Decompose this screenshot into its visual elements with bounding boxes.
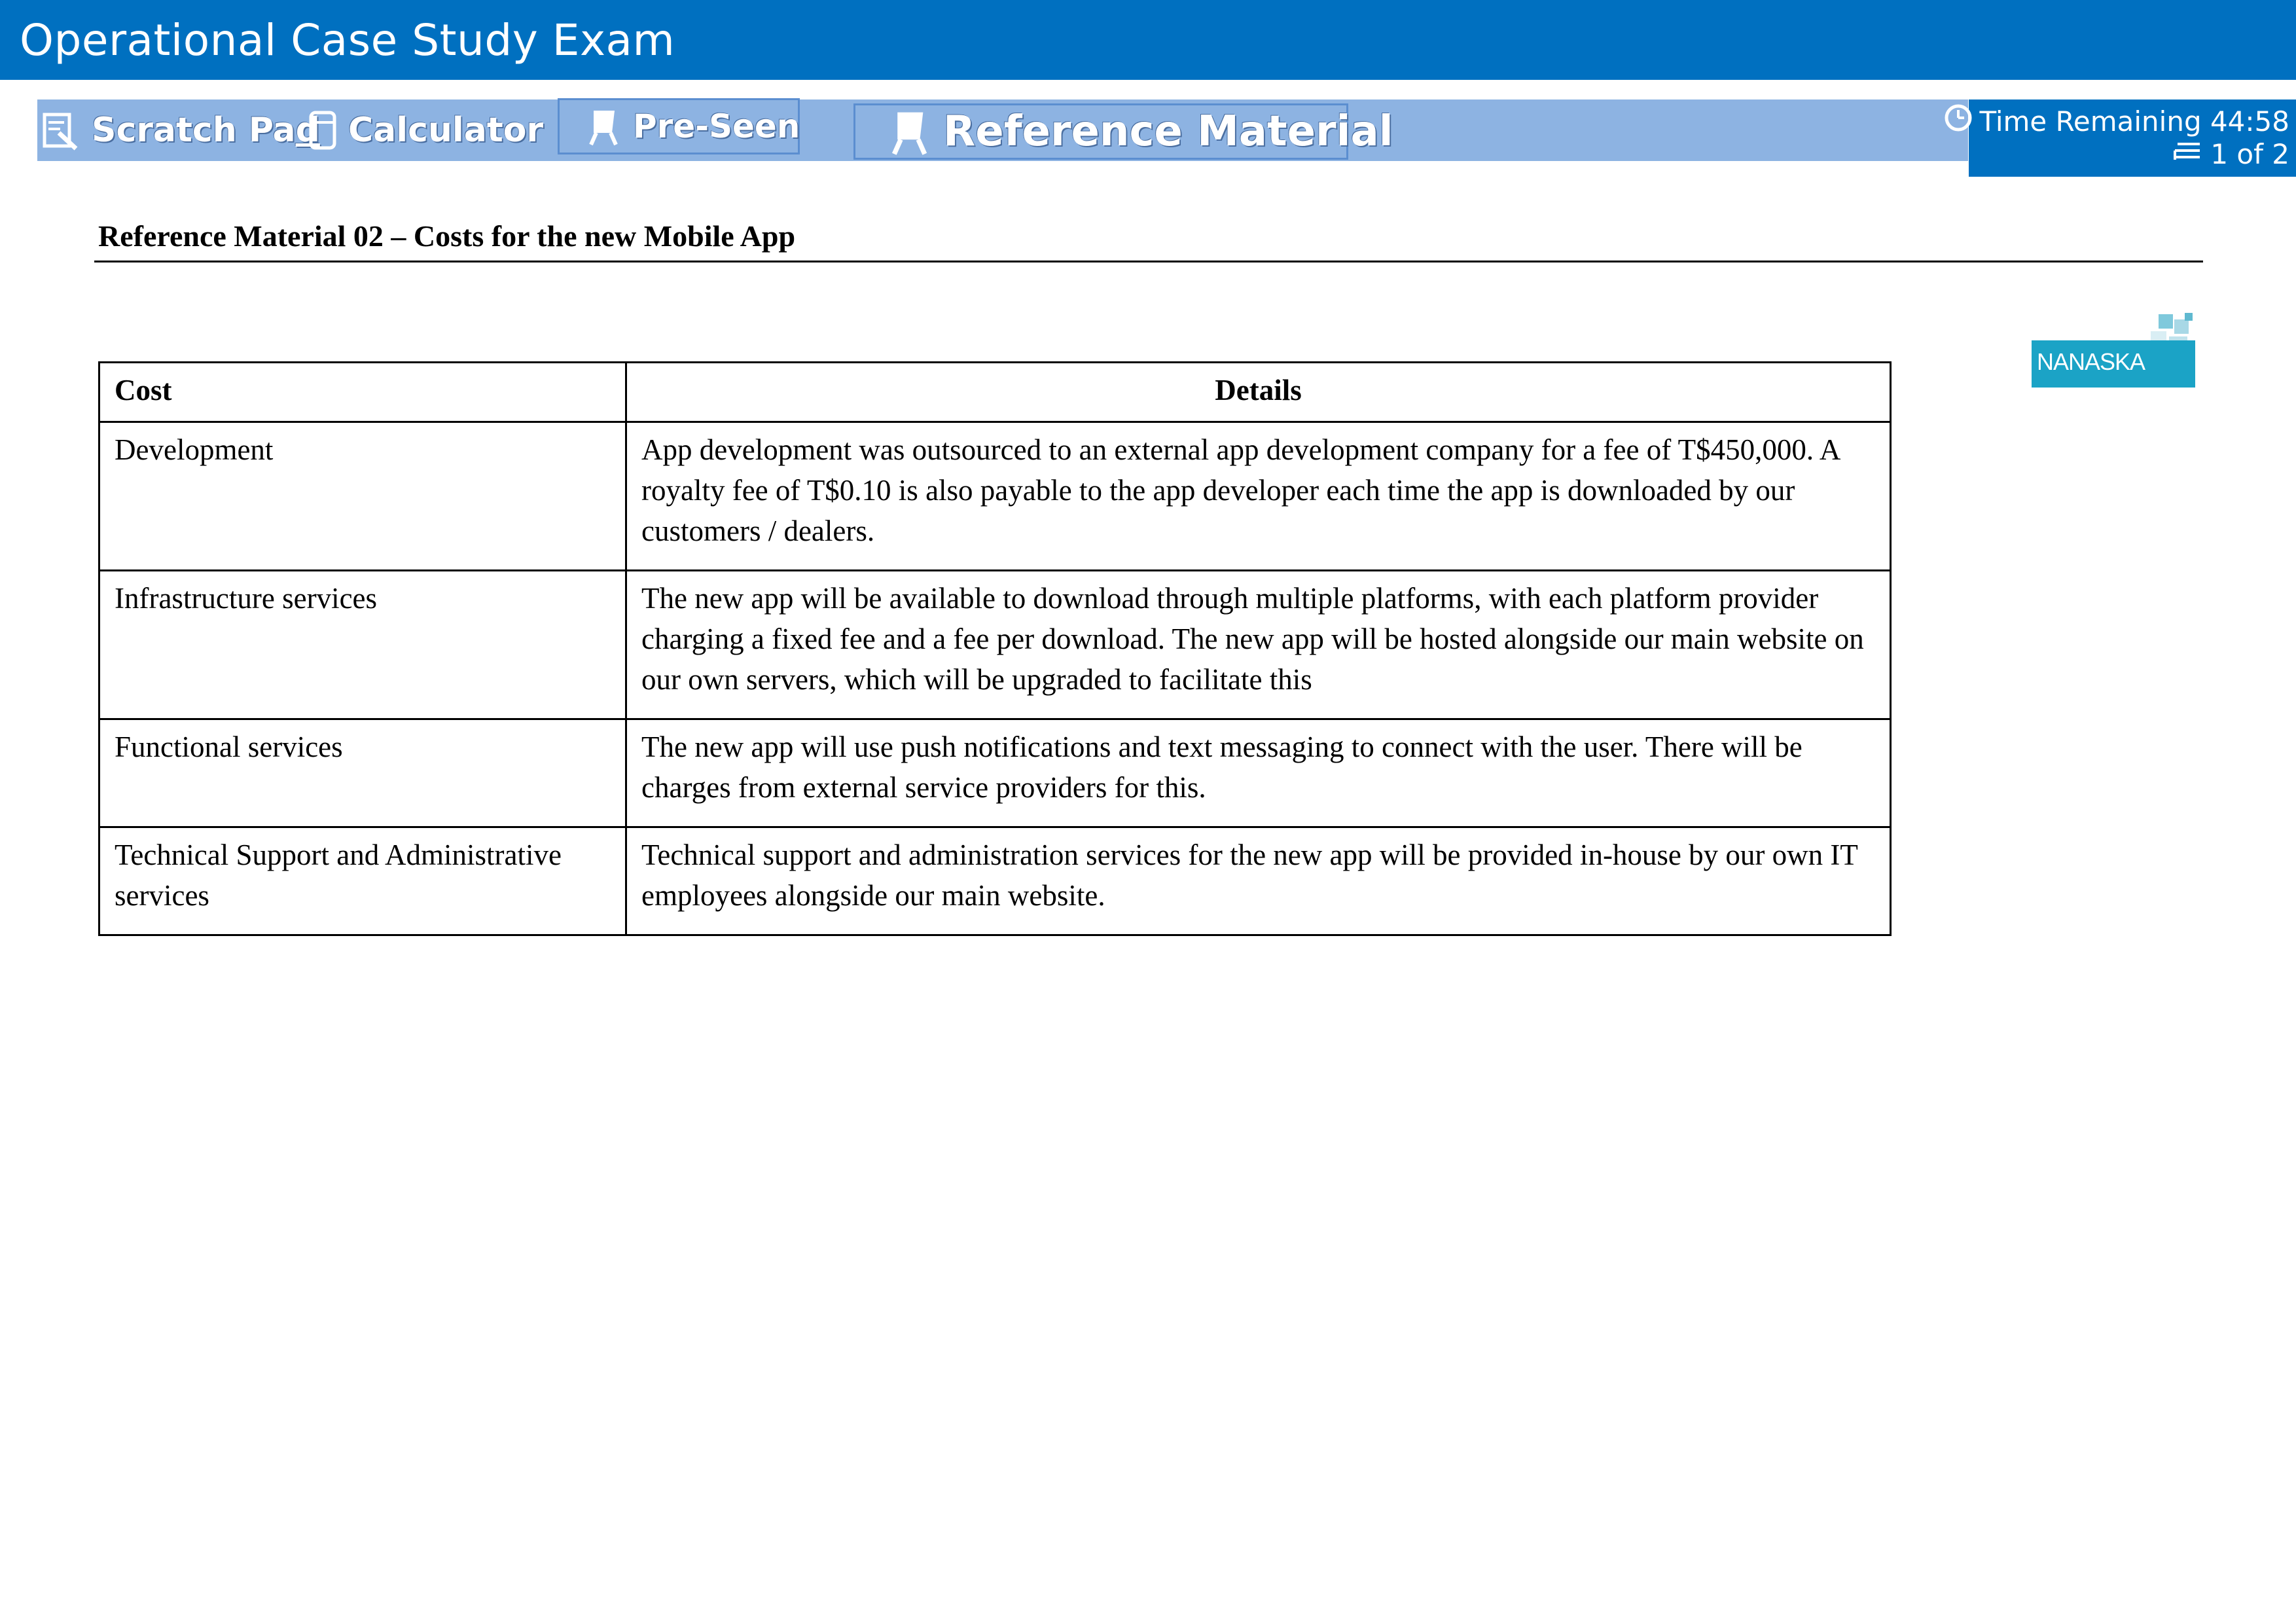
pre-seen-tab[interactable]: Pre-Seen [558, 98, 800, 154]
calculator-label: Calculator [348, 111, 544, 150]
table-header-row: Cost Details [98, 361, 1892, 423]
reference-material-tab[interactable]: Reference Material [853, 103, 1393, 160]
nanaska-logo: NANASKA [2032, 312, 2198, 390]
cost-cell: Infrastructure services [98, 569, 627, 720]
calculator-icon [308, 109, 338, 151]
pages-icon [2171, 137, 2204, 170]
pre-seen-label: Pre-Seen [633, 107, 800, 145]
details-cell: App development was outsourced to an ext… [625, 421, 1892, 571]
details-cell: The new app will use push notifications … [625, 718, 1892, 828]
column-header-cost: Cost [98, 361, 627, 423]
time-remaining: Time Remaining 44:58 [1979, 105, 2289, 137]
details-cell: The new app will be available to downloa… [625, 569, 1892, 720]
reference-material-label: Reference Material [943, 107, 1393, 156]
calculator-button[interactable]: Calculator [308, 99, 543, 161]
table-row: Technical Support and Administrative ser… [98, 826, 1892, 936]
document-heading: Reference Material 02 – Costs for the ne… [98, 219, 796, 253]
title-bar: Operational Case Study Exam [0, 0, 2296, 80]
table-row: Functional services The new app will use… [98, 718, 1892, 828]
column-header-details: Details [625, 361, 1892, 423]
heading-divider [94, 261, 2203, 262]
scratch-pad-icon [39, 109, 81, 151]
cost-cell: Technical Support and Administrative ser… [98, 826, 627, 936]
cost-table: Cost Details Development App development… [98, 361, 1892, 936]
logo-text: NANASKA [2037, 348, 2145, 375]
document-stand-icon [587, 107, 622, 146]
cost-cell: Development [98, 421, 627, 571]
scratch-pad-label: Scratch Pa [92, 111, 296, 150]
scratch-pad-button[interactable]: Scratch Pad [39, 99, 320, 161]
table-row: Infrastructure services The new app will… [98, 569, 1892, 720]
page-counter: 1 of 2 [2210, 137, 2289, 170]
timer-panel: Time Remaining 44:58 1 of 2 [1945, 99, 2296, 177]
table-row: Development App development was outsourc… [98, 421, 1892, 571]
clock-icon [1944, 103, 1973, 139]
document-stand-icon [889, 107, 933, 156]
details-cell: Technical support and administration ser… [625, 826, 1892, 936]
window-title: Operational Case Study Exam [20, 15, 675, 65]
cost-cell: Functional services [98, 718, 627, 828]
